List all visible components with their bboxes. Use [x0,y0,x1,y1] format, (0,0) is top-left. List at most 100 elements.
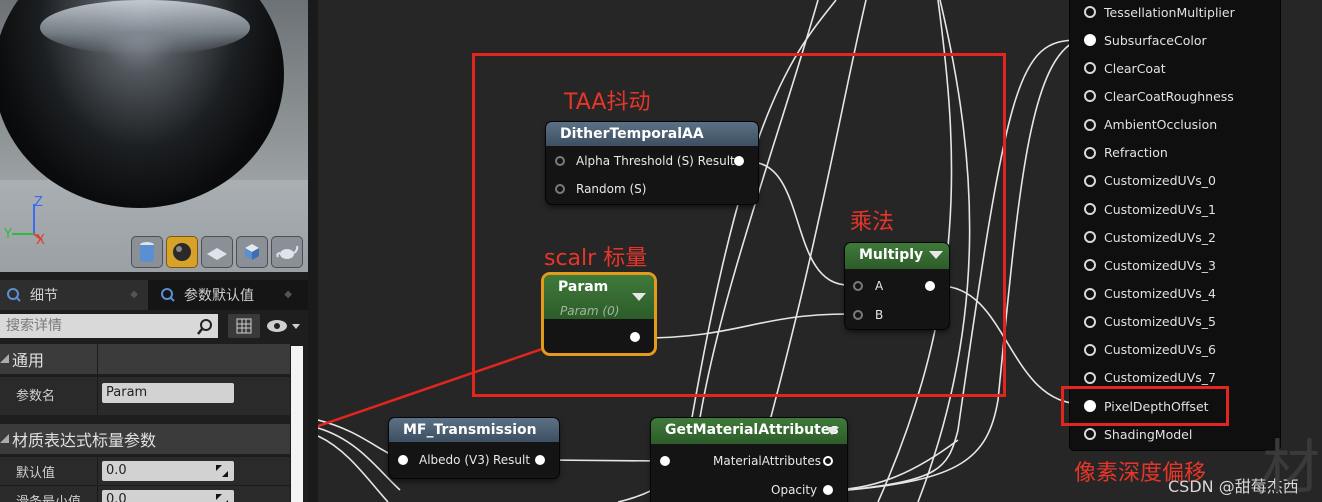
result-pin-row[interactable]: CustomizedUVs_0 [1080,167,1216,195]
annotation-taa-label: TAA抖动 [564,90,651,115]
node-material-result[interactable]: TessellationMultiplier SubsurfaceColor Cle… [1070,0,1280,450]
material-preview-viewport[interactable]: Z Y X [0,0,308,272]
wire [318,419,401,460]
plane-icon [207,248,227,260]
axis-y-label: Y [4,227,12,242]
collapse-arrow-icon [0,434,9,443]
visibility-filter-button[interactable] [264,314,304,338]
result-pin-row[interactable]: CustomizedUVs_6 [1080,336,1216,364]
default-value-field[interactable]: 0.0 [102,461,234,481]
sphere-reflection [40,0,250,55]
result-input-pin[interactable] [1084,259,1096,272]
result-pin-row[interactable]: ClearCoat [1080,54,1166,82]
cylinder-icon [140,242,154,262]
result-input-pin[interactable] [1084,90,1096,103]
result-pin-label: ShadingModel [1104,426,1193,442]
close-tab-icon[interactable]: ◆ [130,289,138,300]
material-graph-canvas[interactable]: DitherTemporalAA Alpha Threshold (S) Res… [318,0,1322,502]
wire [318,427,401,491]
section-general[interactable]: 通用 [0,344,290,374]
collapse-arrow-icon [0,354,9,363]
tab-parameter-defaults[interactable]: 参数默认值 ◆ [154,280,302,310]
magnifier-info-icon [161,288,175,302]
dropdown-arrow-icon[interactable] [825,427,839,435]
details-panel: Z Y X 细节 ◆ 参数默认值 ◆ 搜索详情 通用 参数名 Param 材质表… [0,0,318,502]
annotation-box-main [472,53,1006,397]
magnifier-info-icon [7,288,21,302]
default-value-label: 默认值 [16,466,56,481]
property-matrix-button[interactable] [228,314,260,338]
pin-material-attributes-output[interactable] [823,456,833,466]
column-divider [97,486,98,502]
result-input-pin[interactable] [1084,62,1096,75]
search-details-input[interactable] [0,314,218,338]
pin-label: Result [493,453,531,467]
axis-z-label: Z [34,195,43,210]
result-pin-row[interactable]: Refraction [1080,139,1168,167]
result-pin-label: CustomizedUVs_7 [1104,370,1216,386]
preview-sphere-button[interactable] [166,236,198,268]
slider-min-row: 滑条最小值 0.0 [0,485,290,502]
resize-arrows-icon[interactable] [216,465,228,477]
result-pin-row[interactable]: CustomizedUVs_5 [1080,308,1216,336]
result-pin-row[interactable]: CustomizedUVs_3 [1080,251,1216,279]
tab-details[interactable]: 细节 ◆ [0,280,148,310]
param-name-field[interactable]: Param [102,383,234,403]
annotation-scalar-label: scalr 标量 [544,246,648,271]
result-pin-row[interactable]: AmbientOcclusion [1080,111,1217,139]
preview-plane-button[interactable] [201,236,233,268]
node-title: GetMaterialAttributes [651,418,847,444]
teapot-icon [276,245,299,259]
result-pin-label: CustomizedUVs_6 [1104,342,1216,358]
result-pin-row[interactable]: SubsurfaceColor [1080,26,1207,54]
preview-cylinder-button[interactable] [131,236,163,268]
column-divider [97,344,98,374]
grid-icon [236,318,252,334]
result-input-pin[interactable] [1084,118,1096,131]
result-input-pin[interactable] [1084,34,1096,47]
details-tabs: 细节 ◆ 参数默认值 ◆ [0,280,308,310]
result-input-pin[interactable] [1084,231,1096,244]
result-pin-row[interactable]: TessellationMultiplier [1080,0,1235,26]
result-pin-label: ClearCoatRoughness [1104,88,1234,104]
node-title: MF_Transmission [389,418,559,442]
result-input-pin[interactable] [1084,371,1096,384]
result-pin-row[interactable]: CustomizedUVs_2 [1080,223,1216,251]
node-mf-transmission[interactable]: MF_Transmission Albedo (V3) Result [389,418,559,478]
close-tab-icon[interactable]: ◆ [284,289,292,300]
result-input-pin[interactable] [1084,146,1096,159]
section-scalar-parameter-label: 材质表达式标量参数 [12,431,157,450]
result-input-pin[interactable] [1084,287,1096,300]
preview-cube-button[interactable] [236,236,268,268]
result-input-pin[interactable] [1084,343,1096,356]
section-scalar-parameter[interactable]: 材质表达式标量参数 [0,424,290,454]
cube-icon [245,244,259,260]
background-glyph: 材 [1262,433,1321,501]
result-pin-label: Refraction [1104,145,1168,161]
pin-albedo-input[interactable] [398,455,408,465]
annotation-multiply-label: 乘法 [850,210,895,235]
section-general-label: 通用 [12,351,45,370]
pin-opacity-output[interactable] [823,485,833,495]
result-pin-label: CustomizedUVs_2 [1104,229,1216,245]
details-search-row [0,312,308,340]
result-pin-row[interactable]: CustomizedUVs_1 [1080,195,1216,223]
pin-label: MaterialAttributes [713,454,821,468]
result-pin-row[interactable]: CustomizedUVs_4 [1080,280,1216,308]
details-scrollbar[interactable] [291,346,303,502]
default-value-row: 默认值 0.0 [0,456,290,485]
result-pin-row[interactable]: ClearCoatRoughness [1080,82,1234,110]
preview-teapot-button[interactable] [271,236,303,268]
result-input-pin[interactable] [1084,428,1096,441]
node-get-material-attributes[interactable]: GetMaterialAttributes MaterialAttributes… [651,418,847,502]
result-input-pin[interactable] [1084,174,1096,187]
pin-result-output[interactable] [535,455,545,465]
result-input-pin[interactable] [1084,203,1096,216]
search-icon[interactable] [196,318,214,336]
panel-splitter[interactable] [308,0,318,502]
pin-material-attributes-input[interactable] [660,456,670,466]
resize-arrows-icon[interactable] [216,494,228,502]
result-input-pin[interactable] [1084,6,1096,18]
slider-min-field[interactable]: 0.0 [102,490,234,502]
result-input-pin[interactable] [1084,315,1096,328]
